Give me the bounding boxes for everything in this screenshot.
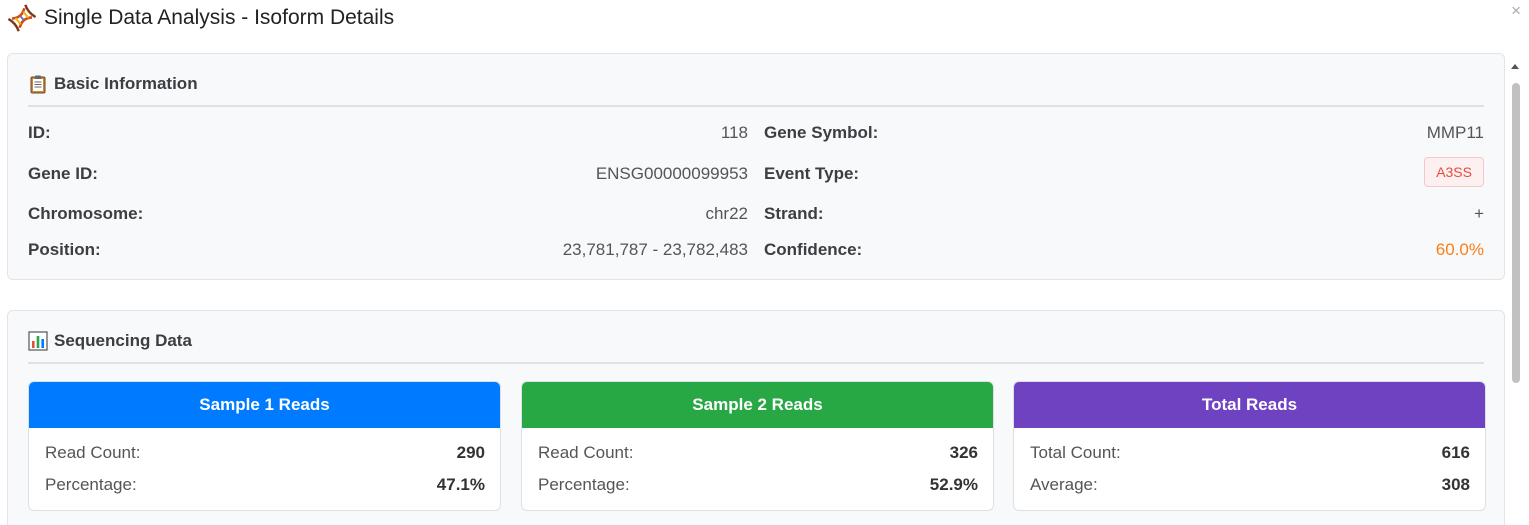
total-count-label: Total Count: [1030, 443, 1121, 462]
confidence-label: Confidence: [764, 240, 863, 259]
read-card-row: Read Count: 290 [45, 443, 485, 465]
position-label: Position: [28, 240, 101, 259]
sample-2-reads-card: Sample 2 Reads Read Count: 326 Percentag… [521, 381, 994, 511]
average-value: 308 [1441, 475, 1470, 494]
total-reads-header: Total Reads [1014, 382, 1485, 428]
percentage-label: Percentage: [538, 475, 630, 494]
isoform-details-dialog: Single Data Analysis - Isoform Details ×… [0, 0, 1529, 525]
position-value: 23,781,787 - 23,782,483 [562, 240, 748, 259]
info-row: Chromosome: chr22 Strand: + [28, 204, 1484, 226]
total-reads-card: Total Reads Total Count: 616 Average: 30… [1013, 381, 1486, 511]
dialog-title: Single Data Analysis - Isoform Details [44, 6, 395, 29]
section-title-basic-information: Basic Information [54, 74, 198, 93]
basic-information-section: Basic Information ID: 118 Gene Symbol: M… [7, 53, 1505, 280]
info-row: Gene ID: ENSG00000099953 Event Type: A3S… [28, 157, 1484, 187]
dialog-header: Single Data Analysis - Isoform Details [7, 3, 395, 33]
sequencing-data-section: Sequencing Data Sample 1 Reads Read Coun… [7, 310, 1505, 525]
gene-symbol-value: MMP11 [1426, 123, 1484, 142]
info-row: ID: 118 Gene Symbol: MMP11 [28, 123, 1484, 145]
average-label: Average: [1030, 475, 1098, 494]
sample-2-reads-header: Sample 2 Reads [522, 382, 993, 428]
read-count-value: 290 [456, 443, 485, 462]
id-value: 118 [720, 123, 748, 142]
chromosome-value: chr22 [705, 204, 748, 223]
gene-symbol-label: Gene Symbol: [764, 123, 879, 142]
event-type-label: Event Type: [764, 164, 860, 183]
section-title-sequencing-data: Sequencing Data [54, 331, 192, 350]
sample-1-reads-header: Sample 1 Reads [29, 382, 500, 428]
vertical-scrollbar[interactable] [1508, 59, 1522, 525]
strand-label: Strand: [764, 204, 824, 223]
bar-chart-icon [28, 331, 48, 351]
read-card-row: Total Count: 616 [1030, 443, 1470, 465]
sample-1-reads-card: Sample 1 Reads Read Count: 290 Percentag… [28, 381, 501, 511]
gene-id-label: Gene ID: [28, 164, 98, 183]
confidence-value: 60.0% [1435, 240, 1484, 259]
clipboard-icon [28, 74, 48, 94]
close-icon[interactable]: × [1511, 2, 1521, 19]
dialog-body[interactable]: Basic Information ID: 118 Gene Symbol: M… [0, 52, 1529, 525]
chromosome-label: Chromosome: [28, 204, 144, 223]
read-count-label: Read Count: [45, 443, 141, 462]
strand-value: + [1474, 204, 1484, 223]
total-count-value: 616 [1441, 443, 1470, 462]
percentage-label: Percentage: [45, 475, 137, 494]
section-header-basic-information: Basic Information [28, 74, 1484, 107]
read-count-label: Read Count: [538, 443, 634, 462]
id-label: ID: [28, 123, 51, 142]
section-header-sequencing-data: Sequencing Data [28, 331, 1484, 364]
dna-icon [7, 4, 37, 32]
percentage-value: 47.1% [436, 475, 485, 494]
gene-id-value: ENSG00000099953 [595, 164, 748, 183]
read-count-value: 326 [949, 443, 978, 462]
read-card-row: Percentage: 47.1% [45, 475, 485, 497]
scrollbar-thumb[interactable] [1512, 83, 1520, 383]
read-card-row: Percentage: 52.9% [538, 475, 978, 497]
read-card-row: Average: 308 [1030, 475, 1470, 497]
percentage-value: 52.9% [929, 475, 978, 494]
read-card-row: Read Count: 326 [538, 443, 978, 465]
scroll-up-arrow-icon[interactable] [1508, 59, 1522, 73]
info-row: Position: 23,781,787 - 23,782,483 Confid… [28, 240, 1484, 262]
event-type-badge: A3SS [1424, 157, 1484, 187]
